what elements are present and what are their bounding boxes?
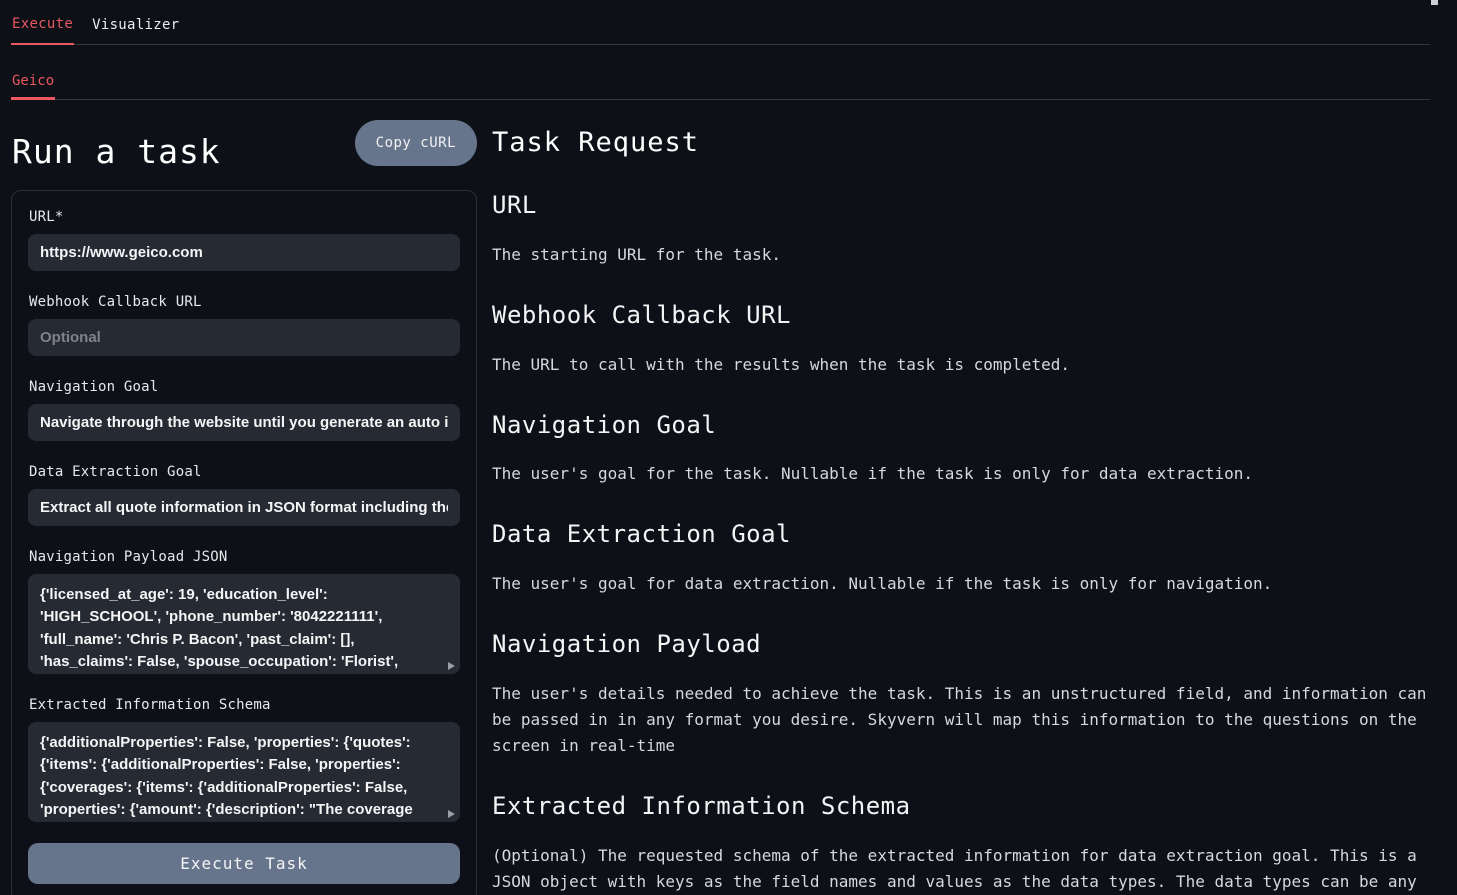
navigation-goal-label: Navigation Goal [29,379,460,395]
doc-section-body: The starting URL for the task. [492,242,1432,268]
url-input[interactable] [28,234,460,271]
webhook-field-group: Webhook Callback URL [28,294,460,356]
doc-section-body: The user's goal for data extraction. Nul… [492,571,1432,597]
webhook-input[interactable] [28,319,460,356]
navigation-goal-field-group: Navigation Goal [28,379,460,441]
doc-section-heading: Navigation Goal [492,411,1432,440]
doc-section-heading: Webhook Callback URL [492,301,1432,330]
doc-section-heading: Navigation Payload [492,630,1432,659]
extracted-schema-field-group: Extracted Information Schema {'additiona… [28,697,460,822]
task-form-card: URL* Webhook Callback URL Navigation Goa… [11,190,477,895]
subtab-geico[interactable]: Geico [11,71,55,100]
navigation-payload-textarea[interactable]: {'licensed_at_age': 19, 'education_level… [28,574,460,674]
extracted-schema-wrap: {'additionalProperties': False, 'propert… [28,722,460,822]
doc-section-heading: Extracted Information Schema [492,792,1432,821]
tab-execute[interactable]: Execute [11,14,74,45]
doc-section: URL The starting URL for the task. [492,191,1432,268]
top-tab-bar: Execute Visualizer [11,0,1430,45]
doc-section-heading: URL [492,191,1432,220]
docs-title: Task Request [492,127,1432,158]
doc-section: Data Extraction Goal The user's goal for… [492,520,1432,597]
data-extraction-goal-label: Data Extraction Goal [29,464,460,480]
webhook-label: Webhook Callback URL [29,294,460,310]
doc-section: Extracted Information Schema (Optional) … [492,792,1432,895]
navigation-goal-input[interactable] [28,404,460,441]
sub-tab-bar: Geico [11,45,1430,100]
main-content: Run a task Copy cURL URL* Webhook Callba… [0,100,1457,895]
doc-section-body: (Optional) The requested schema of the e… [492,843,1432,895]
navigation-payload-label: Navigation Payload JSON [29,549,460,565]
doc-section: Navigation Payload The user's details ne… [492,630,1432,759]
doc-section-heading: Data Extraction Goal [492,520,1432,549]
data-extraction-goal-input[interactable] [28,489,460,526]
page-title: Run a task [12,132,221,172]
extracted-schema-label: Extracted Information Schema [29,697,460,713]
doc-section-body: The user's goal for the task. Nullable i… [492,461,1432,487]
task-request-docs: Task Request URL The starting URL for th… [492,100,1432,895]
scrollbar-thumb[interactable] [1431,0,1438,5]
doc-sections: URL The starting URL for the task. Webho… [492,191,1432,895]
extracted-schema-textarea[interactable]: {'additionalProperties': False, 'propert… [28,722,460,822]
run-task-panel: Run a task Copy cURL URL* Webhook Callba… [11,100,477,895]
data-extraction-goal-field-group: Data Extraction Goal [28,464,460,526]
url-field-group: URL* [28,209,460,271]
resize-handle-icon[interactable] [448,662,455,670]
url-label: URL* [29,209,460,225]
doc-section-body: The user's details needed to achieve the… [492,681,1432,759]
doc-section: Navigation Goal The user's goal for the … [492,411,1432,488]
resize-handle-icon[interactable] [448,810,455,818]
copy-curl-button[interactable]: Copy cURL [355,120,477,166]
doc-section-body: The URL to call with the results when th… [492,352,1432,378]
tab-visualizer[interactable]: Visualizer [91,14,180,44]
execute-task-button[interactable]: Execute Task [28,843,460,884]
navigation-payload-field-group: Navigation Payload JSON {'licensed_at_ag… [28,549,460,674]
run-task-header: Run a task Copy cURL [11,120,477,172]
navigation-payload-wrap: {'licensed_at_age': 19, 'education_level… [28,574,460,674]
doc-section: Webhook Callback URL The URL to call wit… [492,301,1432,378]
